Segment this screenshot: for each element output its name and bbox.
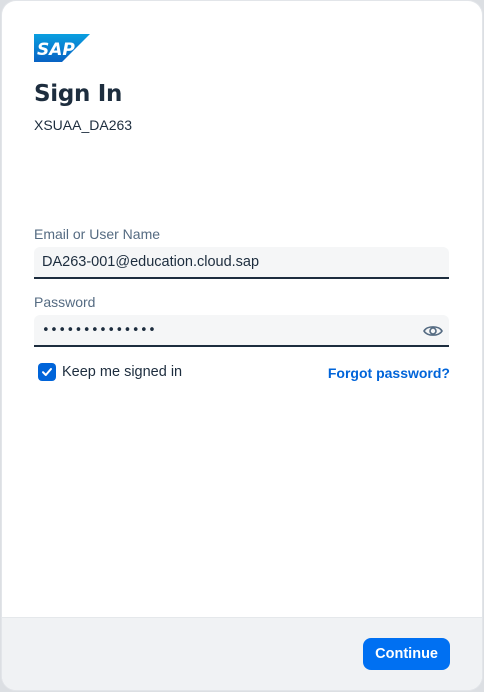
checkmark-icon[interactable]	[38, 363, 56, 381]
eye-icon[interactable]	[422, 320, 444, 342]
sap-logo: SAP	[34, 34, 90, 62]
page-title: Sign In	[34, 81, 123, 107]
footer-bar: Continue	[2, 617, 482, 690]
tenant-name: XSUAA_DA263	[34, 117, 133, 133]
keep-signed-in-label[interactable]: Keep me signed in	[62, 364, 182, 380]
email-input[interactable]	[34, 247, 449, 279]
continue-button[interactable]: Continue	[363, 638, 450, 670]
svg-text:SAP: SAP	[37, 40, 75, 60]
password-input[interactable]	[34, 315, 449, 347]
forgot-password-link[interactable]: Forgot password?	[328, 365, 450, 381]
sign-in-card: SAP Sign In XSUAA_DA263 Email or User Na…	[2, 1, 482, 690]
email-label: Email or User Name	[34, 226, 161, 242]
password-label: Password	[34, 294, 96, 310]
keep-signed-in-checkbox[interactable]: Keep me signed in	[38, 363, 182, 381]
